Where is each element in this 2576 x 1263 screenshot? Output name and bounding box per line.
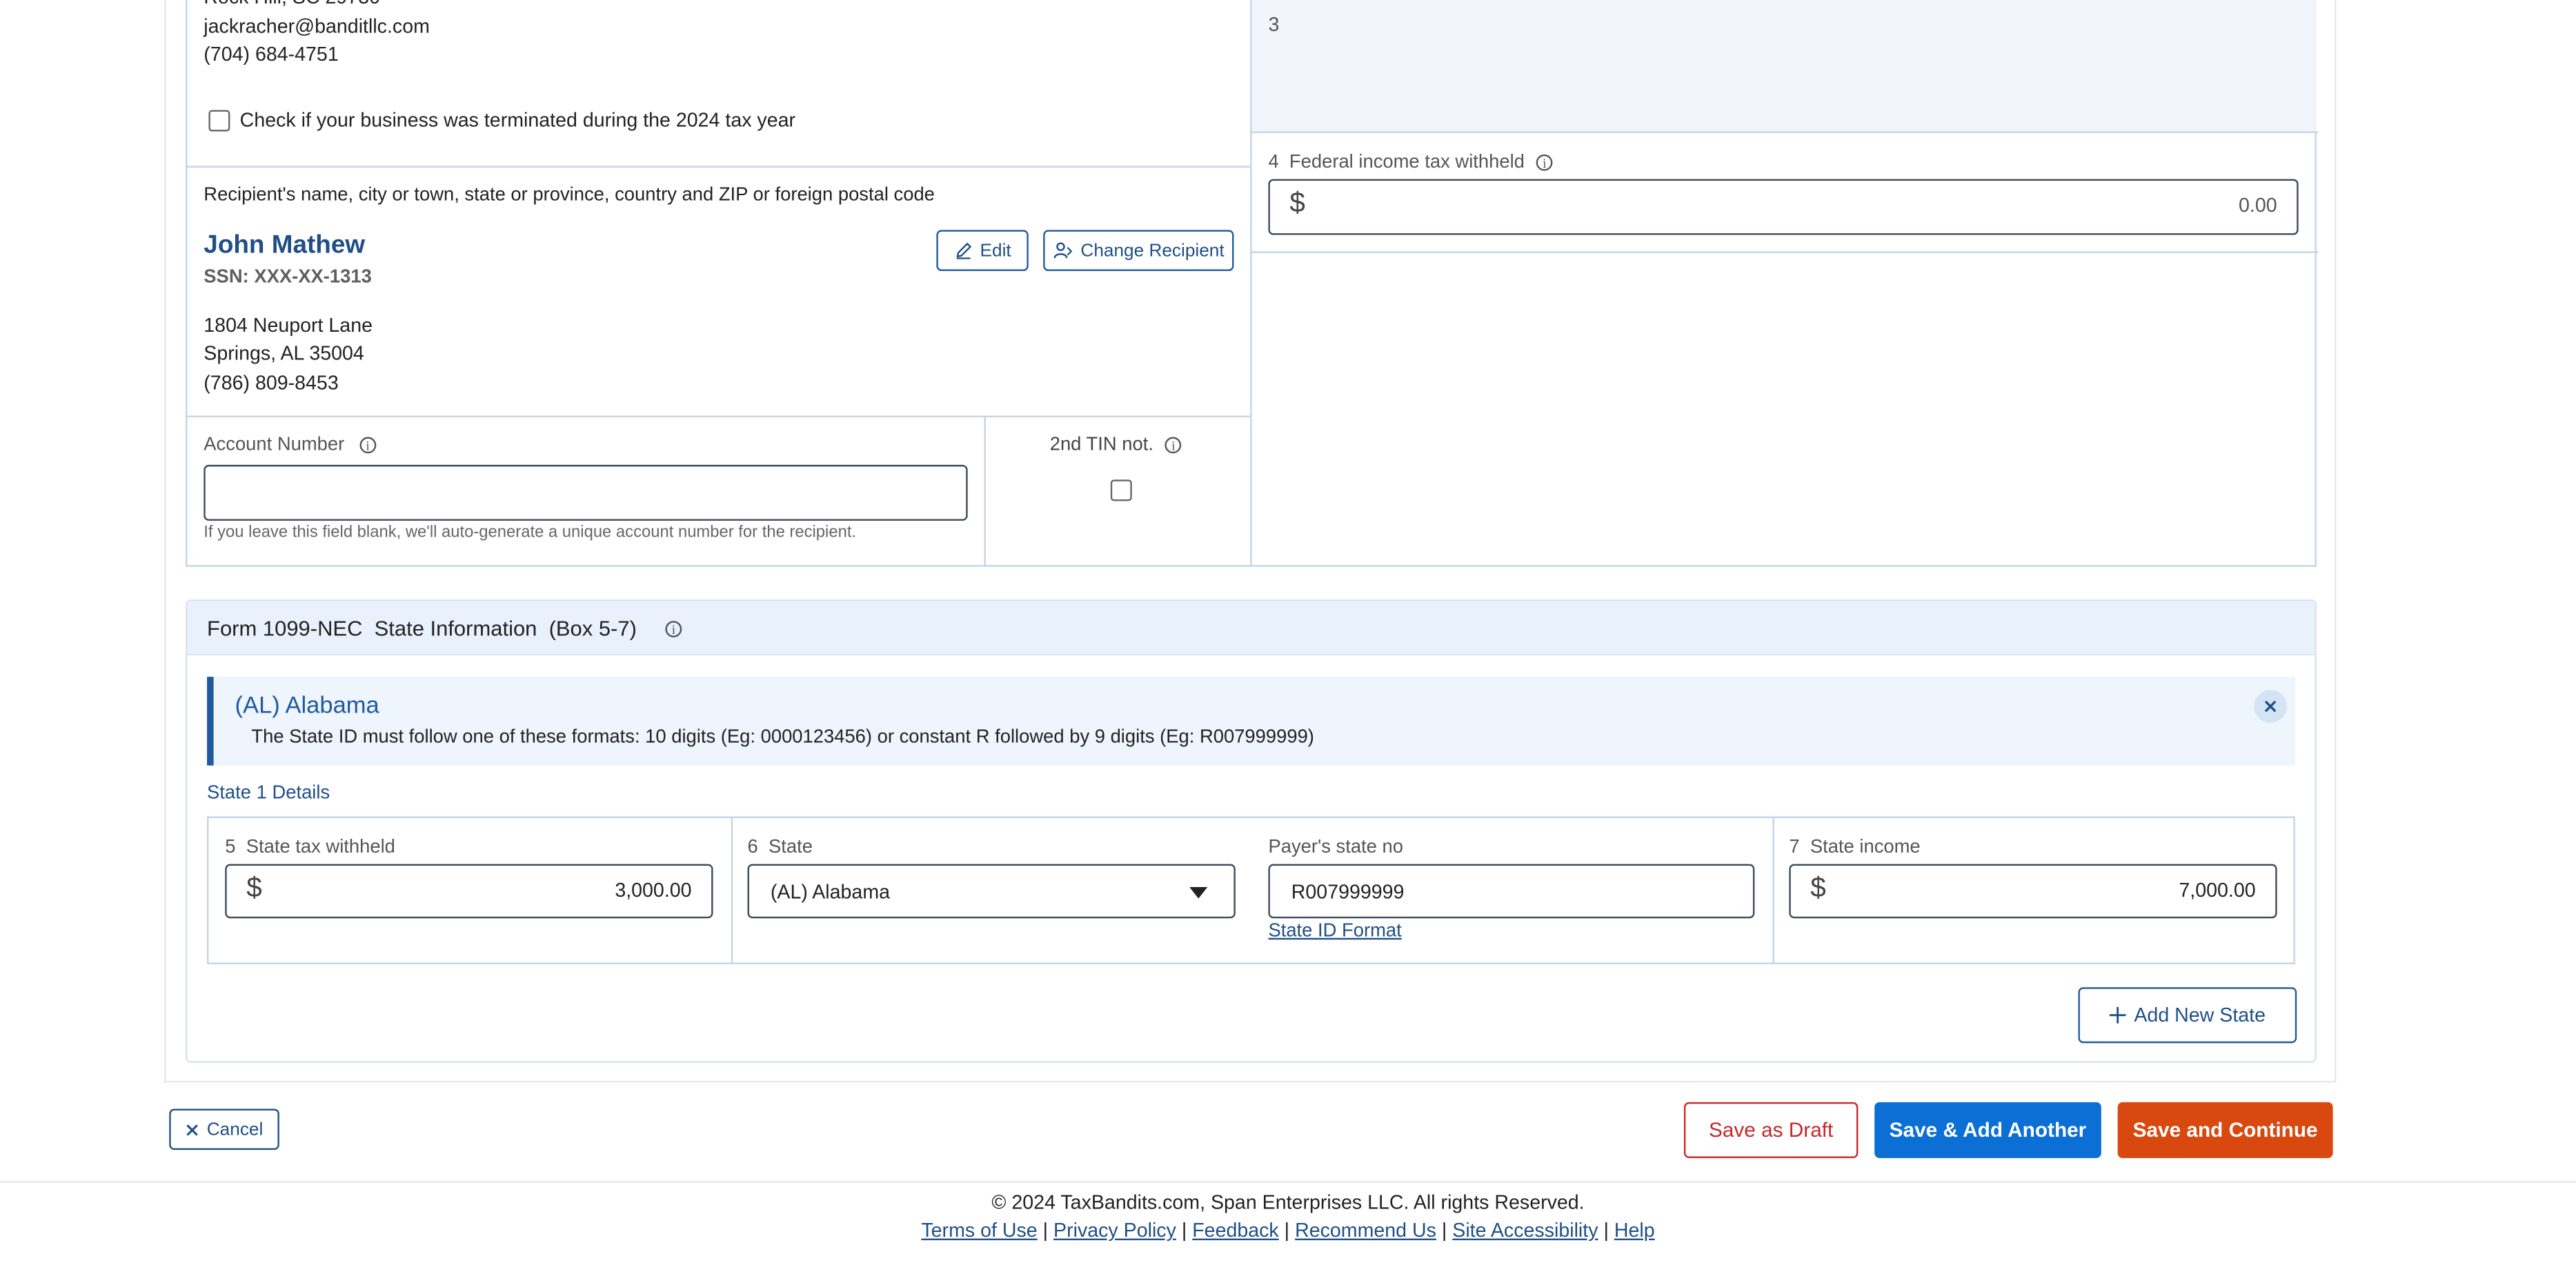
federal-tax-withheld-input[interactable]: $ 0.00	[1268, 179, 2299, 235]
state-select[interactable]: (AL) Alabama	[747, 864, 1236, 919]
add-new-state-button[interactable]: Add New State	[2078, 987, 2297, 1044]
save-and-add-another-label: Save & Add Another	[1889, 1118, 2087, 1142]
form-canvas: Rock Hill, SC 29730 jackracher@banditllc…	[0, 0, 2576, 1263]
second-tin-label: 2nd TIN not. i	[1050, 435, 1182, 455]
save-as-draft-label: Save as Draft	[1708, 1118, 1834, 1142]
alert-title: (AL) Alabama	[235, 693, 379, 720]
account-number-hint: If you leave this field blank, we'll aut…	[204, 524, 857, 542]
recommend-link[interactable]: Recommend Us	[1295, 1219, 1436, 1242]
close-icon	[2264, 700, 2277, 713]
box6-label: 6 State	[748, 838, 813, 858]
cancel-button[interactable]: Cancel	[169, 1108, 279, 1150]
state-info-header: Form 1099-NEC State Information (Box 5-7…	[187, 601, 2315, 656]
save-and-add-another-button[interactable]: Save & Add Another	[1874, 1102, 2101, 1158]
box5-label: 5 State tax withheld	[225, 838, 395, 858]
state-tax-withheld-value: 3,000.00	[615, 879, 692, 902]
federal-tax-value: 0.00	[2238, 194, 2277, 217]
state-info-title: Form 1099-NEC State Information (Box 5-7…	[207, 616, 637, 641]
box4-number: 4	[1268, 152, 1279, 173]
second-tin-text: 2nd TIN not.	[1049, 435, 1153, 455]
change-recipient-button[interactable]: Change Recipient	[1043, 230, 1234, 271]
page-footer: © 2024 TaxBandits.com, Span Enterprises …	[0, 1181, 2576, 1263]
footer-links: Terms of Use | Privacy Policy | Feedback…	[921, 1218, 1655, 1242]
close-icon	[186, 1123, 198, 1135]
edit-label: Edit	[980, 240, 1011, 261]
box7-label: 7 State income	[1789, 838, 1920, 858]
state-select-value: (AL) Alabama	[770, 880, 891, 904]
state-income-value: 7,000.00	[2179, 879, 2256, 902]
box3-label: 3	[1268, 13, 1280, 37]
user-swap-icon	[1053, 242, 1072, 259]
privacy-link[interactable]: Privacy Policy	[1053, 1219, 1176, 1242]
accessibility-link[interactable]: Site Accessibility	[1452, 1219, 1598, 1242]
change-recipient-label: Change Recipient	[1080, 240, 1225, 261]
alert-text: The State ID must follow one of these fo…	[251, 727, 1314, 748]
help-link[interactable]: Help	[1614, 1219, 1655, 1242]
box7-number: 7	[1789, 837, 1800, 858]
recipient-address-line1: 1804 Neuport Lane	[204, 313, 373, 337]
copyright-text: © 2024 TaxBandits.com, Span Enterprises …	[991, 1191, 1585, 1214]
info-icon[interactable]: i	[1165, 437, 1182, 454]
state-id-format-link[interactable]: State ID Format	[1268, 922, 1401, 942]
save-and-continue-label: Save and Continue	[2132, 1118, 2318, 1142]
recipient-name: John Mathew	[204, 231, 366, 260]
state-id-alert: (AL) Alabama The State ID must follow on…	[207, 677, 2295, 766]
edit-recipient-button[interactable]: Edit	[936, 230, 1029, 271]
info-icon[interactable]: i	[359, 437, 377, 454]
caret-down-icon	[1189, 886, 1208, 899]
recipient-ssn: SSN: XXX-XX-1313	[204, 268, 372, 288]
state-income-input[interactable]: $ 7,000.00	[1789, 864, 2277, 919]
terms-link[interactable]: Terms of Use	[921, 1219, 1037, 1242]
second-tin-checkbox[interactable]	[1110, 479, 1132, 501]
recipient-phone: (786) 809-8453	[204, 371, 339, 395]
currency-symbol: $	[1289, 187, 1305, 219]
cancel-label: Cancel	[206, 1119, 264, 1140]
info-icon[interactable]: i	[1536, 154, 1553, 171]
box7-text: State income	[1810, 837, 1921, 858]
plus-icon	[2109, 1006, 2126, 1024]
add-new-state-label: Add New State	[2134, 1004, 2266, 1027]
payer-state-no-label: Payer's state no	[1268, 837, 1403, 858]
box6-text: State	[769, 837, 813, 858]
info-icon[interactable]: i	[665, 621, 682, 637]
currency-symbol: $	[246, 872, 262, 904]
state-tax-withheld-input[interactable]: $ 3,000.00	[225, 864, 713, 919]
recipient-address-line2: Springs, AL 35004	[204, 341, 364, 365]
box5-number: 5	[225, 837, 236, 858]
pencil-icon	[955, 242, 971, 259]
account-number-input[interactable]	[204, 464, 968, 521]
payer-email: jackracher@banditllc.com	[204, 14, 430, 38]
save-as-draft-button[interactable]: Save as Draft	[1683, 1102, 1859, 1158]
payer-phone: (704) 684-4751	[204, 42, 339, 66]
currency-symbol: $	[1810, 872, 1826, 904]
payer-address: Rock Hill, SC 29730	[204, 0, 380, 12]
recipient-section-label: Recipient's name, city or town, state or…	[204, 186, 935, 206]
payer-state-no-value: R007999999	[1291, 880, 1405, 904]
feedback-link[interactable]: Feedback	[1192, 1219, 1279, 1242]
box4-text: Federal income tax withheld	[1289, 152, 1525, 173]
account-number-label: Account Number i	[204, 435, 377, 455]
close-alert-button[interactable]	[2254, 690, 2287, 723]
save-and-continue-button[interactable]: Save and Continue	[2117, 1102, 2333, 1158]
account-label-text: Account Number	[204, 435, 345, 455]
terminated-checkbox[interactable]	[208, 110, 230, 132]
payer-state-no-input[interactable]: R007999999	[1268, 864, 1755, 919]
box6-number: 6	[747, 837, 758, 858]
state-details-title: State 1 Details	[207, 783, 330, 804]
box4-label: 4 Federal income tax withheld i	[1268, 152, 1553, 173]
terminated-label: Check if your business was terminated du…	[239, 108, 796, 132]
box5-text: State tax withheld	[246, 837, 395, 858]
